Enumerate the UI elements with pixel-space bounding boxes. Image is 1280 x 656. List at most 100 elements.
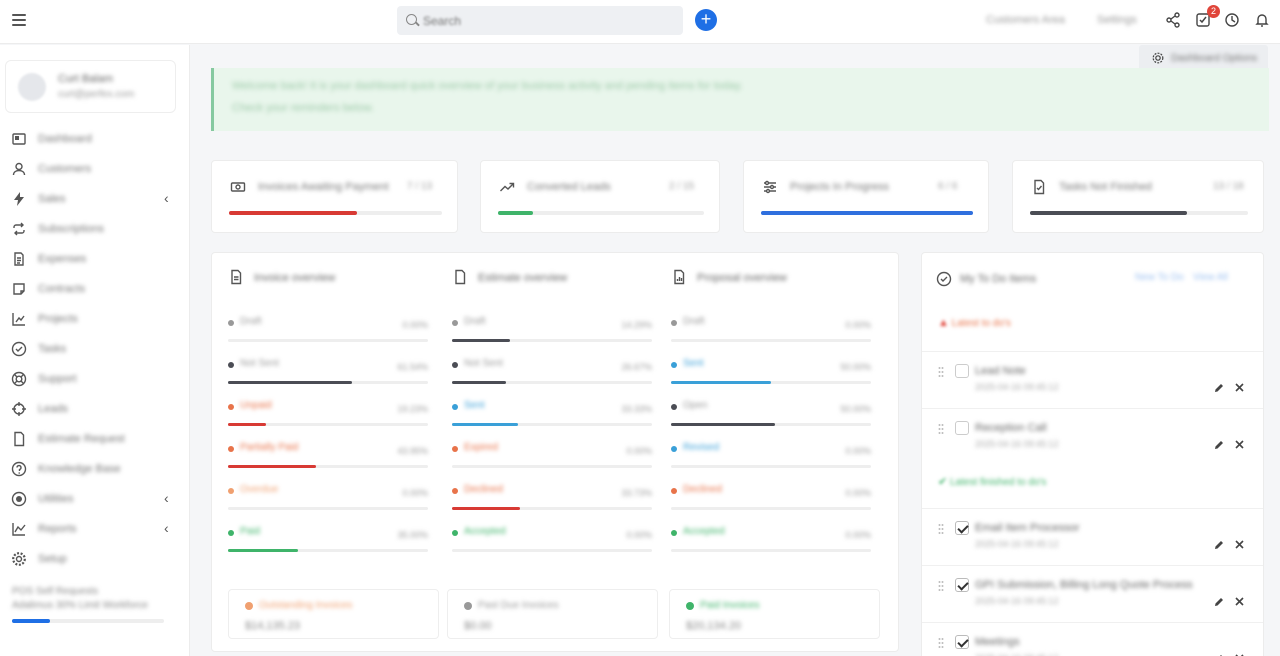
close-icon[interactable] — [1234, 439, 1245, 450]
stat-card[interactable]: Projects In Progress 6 / 6 — [743, 160, 989, 233]
status-percent: 33.33% — [621, 404, 652, 414]
overview-status-row[interactable]: Paid 35.00% — [228, 525, 428, 557]
profile-email: curt@perfex.com — [58, 89, 135, 100]
sidebar-item-contracts[interactable]: Contracts — [0, 277, 190, 301]
stat-progress-fill — [229, 211, 357, 215]
settings-link[interactable]: Settings — [1097, 14, 1137, 26]
sidebar-item-support[interactable]: Support — [0, 367, 190, 391]
hamburger-menu-icon[interactable] — [12, 14, 26, 26]
search-input[interactable] — [423, 10, 673, 31]
overview-title[interactable]: Proposal overview — [697, 272, 787, 284]
todo-name: Email Item Processor — [975, 522, 1080, 534]
status-name: Accepted — [464, 526, 506, 537]
drag-handle-icon[interactable] — [938, 637, 944, 649]
bell-icon[interactable] — [1254, 12, 1270, 28]
status-progress-fill — [452, 507, 520, 510]
todo-checkbox[interactable] — [955, 578, 969, 592]
drag-handle-icon[interactable] — [938, 580, 944, 592]
quick-create-button[interactable]: + — [695, 9, 717, 31]
todo-checkbox[interactable] — [955, 364, 969, 378]
overview-status-row[interactable]: Accepted 0.00% — [452, 525, 652, 557]
status-progress-track — [228, 423, 428, 426]
status-percent: 50.00% — [840, 404, 871, 414]
profile-card[interactable]: Curt Balam curt@perfex.com — [5, 60, 176, 113]
invoice-summary-box[interactable]: Paid Invoices $20,134.20 — [669, 589, 880, 639]
status-dot — [228, 530, 234, 536]
overview-status-row[interactable]: Accepted 0.00% — [671, 525, 871, 557]
sidebar-item-leads[interactable]: Leads — [0, 397, 190, 421]
overview-status-row[interactable]: Sent 33.33% — [452, 399, 652, 431]
overview-status-row[interactable]: Draft 14.29% — [452, 315, 652, 347]
sidebar-item-subscriptions[interactable]: Subscriptions — [0, 217, 190, 241]
stat-card[interactable]: Tasks Not Finished 13 / 18 — [1012, 160, 1264, 233]
overview-status-row[interactable]: Sent 50.00% — [671, 357, 871, 389]
sidebar-item-tasks[interactable]: Tasks — [0, 337, 190, 361]
sidebar-item-customers[interactable]: Customers — [0, 157, 190, 181]
new-todo-link[interactable]: New To Do — [1135, 272, 1184, 283]
avatar — [18, 73, 46, 101]
status-progress-fill — [452, 339, 510, 342]
edit-pencil-icon[interactable] — [1213, 596, 1225, 608]
overview-status-row[interactable]: Draft 0.00% — [671, 315, 871, 347]
sidebar-item-setup[interactable]: Setup — [0, 547, 190, 571]
close-icon[interactable] — [1234, 539, 1245, 550]
todo-checkbox[interactable] — [955, 421, 969, 435]
overview-status-row[interactable]: Not Sent 61.54% — [228, 357, 428, 389]
overview-status-row[interactable]: Not Sent 26.67% — [452, 357, 652, 389]
sidebar-item-projects[interactable]: Projects — [0, 307, 190, 331]
stat-card[interactable]: Invoices Awaiting Payment 7 / 13 — [211, 160, 458, 233]
stat-label: Tasks Not Finished — [1059, 181, 1152, 193]
edit-pencil-icon[interactable] — [1213, 539, 1225, 551]
view-all-todos-link[interactable]: View All — [1193, 272, 1228, 283]
edit-pencil-icon[interactable] — [1213, 382, 1225, 394]
sidebar-item-expenses[interactable]: Expenses — [0, 247, 190, 271]
close-icon[interactable] — [1234, 382, 1245, 393]
drag-handle-icon[interactable] — [938, 523, 944, 535]
todo-name: Lead Note — [975, 365, 1026, 377]
clock-icon[interactable] — [1224, 12, 1240, 28]
status-percent: 0.00% — [402, 488, 428, 498]
overview-status-row[interactable]: Partially Paid 43.95% — [228, 441, 428, 473]
search-icon — [406, 14, 417, 25]
overview-title[interactable]: Estimate overview — [478, 272, 567, 284]
status-name: Sent — [683, 358, 704, 369]
overview-status-row[interactable]: Revised 0.00% — [671, 441, 871, 473]
invoice-summary-box[interactable]: Outstanding Invoices $14,135.23 — [228, 589, 439, 639]
status-dot — [671, 530, 677, 536]
overview-status-row[interactable]: Declined 0.00% — [671, 483, 871, 515]
overview-status-row[interactable]: Declined 33.73% — [452, 483, 652, 515]
todo-item: Lead Note 2025-04-16 09:45:12 — [922, 351, 1263, 407]
overview-title[interactable]: Invoice overview — [254, 272, 335, 284]
drag-handle-icon[interactable] — [938, 423, 944, 435]
proposal-icon — [674, 269, 685, 285]
share-icon[interactable] — [1165, 12, 1181, 28]
stat-progress-fill — [761, 211, 973, 215]
todo-checkbox[interactable] — [955, 635, 969, 649]
overview-status-row[interactable]: Unpaid 19.23% — [228, 399, 428, 431]
overview-status-row[interactable]: Draft 0.00% — [228, 315, 428, 347]
status-progress-track — [228, 465, 428, 468]
trend-icon — [500, 182, 515, 192]
sidebar-item-reports[interactable]: Reports ‹ — [0, 517, 190, 541]
drag-handle-icon[interactable] — [938, 366, 944, 378]
sidebar-item-utilities[interactable]: Utilities ‹ — [0, 487, 190, 511]
file-text-icon — [14, 252, 24, 266]
overview-status-row[interactable]: Open 50.00% — [671, 399, 871, 431]
todo-checkbox[interactable] — [955, 521, 969, 535]
sidebar-item-knowledge-base[interactable]: Knowledge Base — [0, 457, 190, 481]
search-box[interactable] — [397, 6, 683, 35]
sidebar-item-label: Dashboard — [38, 133, 92, 145]
overview-status-row[interactable]: Overdue 0.00% — [228, 483, 428, 515]
close-icon[interactable] — [1234, 596, 1245, 607]
overview-status-row[interactable]: Expired 0.00% — [452, 441, 652, 473]
money-icon — [230, 182, 246, 192]
sidebar-item-dashboard[interactable]: Dashboard — [0, 127, 190, 151]
status-percent: 0.00% — [845, 488, 871, 498]
customers-area-link[interactable]: Customers Area — [986, 14, 1065, 26]
edit-pencil-icon[interactable] — [1213, 439, 1225, 451]
stat-card[interactable]: Converted Leads 2 / 15 — [480, 160, 720, 233]
sidebar-item-estimate-request[interactable]: Estimate Request — [0, 427, 190, 451]
chevron-left-icon: ‹ — [164, 490, 169, 506]
invoice-summary-box[interactable]: Past Due Invoices $0.00 — [447, 589, 658, 639]
sidebar-item-sales[interactable]: Sales ‹ — [0, 187, 190, 211]
